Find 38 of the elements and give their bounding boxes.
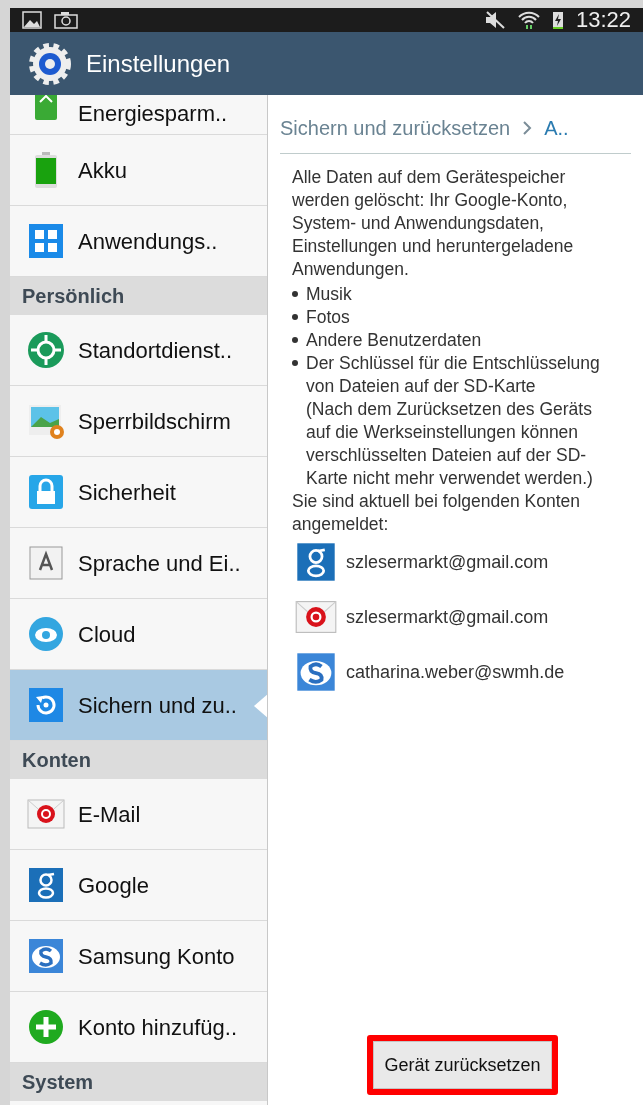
google-logo-icon bbox=[294, 540, 338, 584]
app-title: Einstellungen bbox=[86, 48, 231, 79]
bullet-icon bbox=[292, 314, 298, 320]
location-target-icon bbox=[26, 330, 66, 370]
bullet-icon bbox=[292, 337, 298, 343]
account-email: szlesermarkt@gmail.com bbox=[346, 550, 549, 574]
google-logo-icon bbox=[26, 865, 66, 905]
mute-icon bbox=[483, 11, 506, 29]
bullet-text: Andere Benutzerdaten bbox=[306, 329, 482, 352]
account-email: catharina.weber@swmh.de bbox=[346, 660, 565, 684]
sidebar-item[interactable]: Energiesparm.. bbox=[10, 95, 267, 135]
account-logo-icon bbox=[26, 936, 66, 976]
plus-icon bbox=[26, 1007, 66, 1047]
section-header: Persönlich bbox=[10, 277, 267, 315]
section-header: Konten bbox=[10, 741, 267, 779]
account-email: szlesermarkt@gmail.com bbox=[346, 605, 549, 629]
picture-icon bbox=[22, 11, 42, 29]
breadcrumb-current: A.. bbox=[544, 116, 569, 141]
sidebar-item[interactable]: Sichern und zu.. bbox=[10, 670, 267, 741]
clock-time: 13:22 bbox=[575, 9, 631, 31]
reset-device-button[interactable]: Gerät zurücksetzen bbox=[373, 1041, 552, 1089]
chevron-right-icon bbox=[522, 121, 533, 135]
cloud-icon bbox=[26, 614, 66, 654]
accounts-intro: Sie sind aktuell bei folgenden Konten angemeldet: bbox=[292, 490, 581, 536]
camera-icon bbox=[54, 11, 78, 29]
warning-text: Alle Daten auf dem Gerätespeicher werden gelöscht: Ihr Google-Konto, System- und Anwendungsdaten, Einstellungen und heruntergeladene Anwendungen. bbox=[292, 166, 575, 281]
bullet-icon bbox=[292, 360, 298, 366]
bullet-text: Musik bbox=[306, 283, 352, 306]
bullet-icon bbox=[292, 291, 298, 297]
bullet-text: Fotos bbox=[306, 306, 350, 329]
padlock-icon bbox=[26, 472, 66, 512]
account-logo-icon bbox=[294, 650, 338, 694]
bullet-text: Der Schlüssel für die Entschlüsselung von Dateien auf der SD-Karte (Nach dem Zurücksetzen des Geräts auf die Werkseinstellungen können verschlüsselten Dateien auf der SD-Karte nicht mehr verwendet werden.) bbox=[306, 352, 601, 490]
keyboard-letter-icon bbox=[26, 543, 66, 583]
breadcrumb-parent[interactable]: Sichern und zurücksetzen bbox=[280, 113, 511, 143]
app-grid-icon bbox=[26, 221, 66, 261]
wifi-icon bbox=[517, 10, 540, 30]
section-header: System bbox=[10, 1063, 267, 1101]
